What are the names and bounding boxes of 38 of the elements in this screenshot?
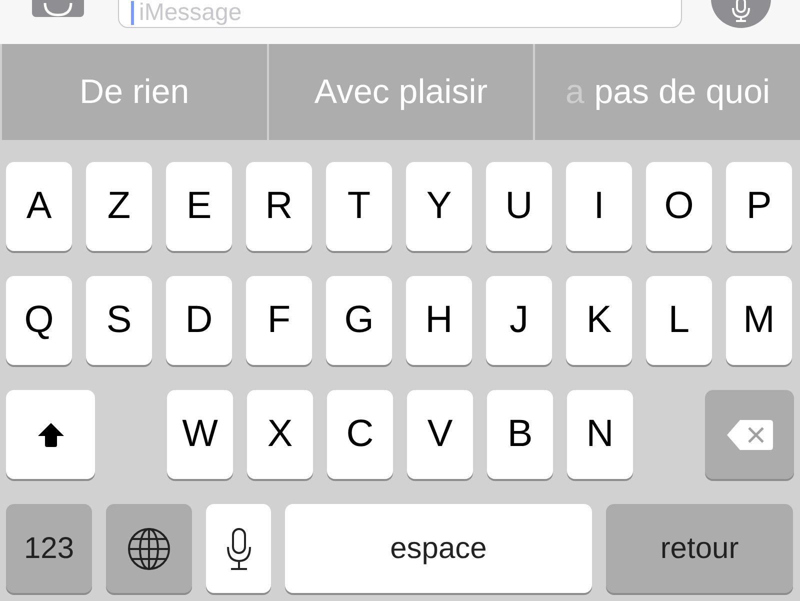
letter-key[interactable]: J [486, 276, 552, 365]
return-key[interactable]: retour [606, 504, 793, 593]
globe-key[interactable] [106, 504, 192, 593]
microphone-icon [730, 0, 752, 22]
numbers-key[interactable]: 123 [6, 504, 92, 593]
letter-key[interactable]: H [406, 276, 472, 365]
letter-key[interactable]: M [726, 276, 792, 365]
letter-key[interactable]: E [166, 162, 232, 251]
letter-key[interactable]: Y [406, 162, 472, 251]
letter-key[interactable]: C [327, 390, 393, 479]
letter-key[interactable]: A [6, 162, 72, 251]
letter-key[interactable]: B [487, 390, 553, 479]
letter-key[interactable]: F [246, 276, 312, 365]
shift-key[interactable] [6, 390, 95, 479]
letter-key[interactable]: W [167, 390, 233, 479]
letter-key[interactable]: G [326, 276, 392, 365]
letter-key[interactable]: T [326, 162, 392, 251]
letter-key[interactable]: N [567, 390, 633, 479]
letter-key[interactable]: K [566, 276, 632, 365]
letter-key[interactable]: R [246, 162, 312, 251]
letter-key[interactable]: Z [86, 162, 152, 251]
delete-icon [726, 418, 774, 450]
microphone-icon [226, 526, 252, 570]
letter-key[interactable]: Q [6, 276, 72, 365]
shift-arrow-icon [36, 422, 64, 448]
letter-key[interactable]: L [646, 276, 712, 365]
letter-key[interactable]: D [166, 276, 232, 365]
letter-key[interactable]: P [726, 162, 792, 251]
letter-key[interactable]: S [86, 276, 152, 365]
letter-key[interactable]: U [486, 162, 552, 251]
dictation-key[interactable] [206, 504, 271, 593]
message-field[interactable]: iMessage [118, 0, 682, 28]
space-key[interactable]: espace [285, 504, 592, 593]
globe-icon [127, 526, 171, 570]
letter-key[interactable]: X [247, 390, 313, 479]
letter-key[interactable]: I [566, 162, 632, 251]
letter-key[interactable]: O [646, 162, 712, 251]
letter-key[interactable]: V [407, 390, 473, 479]
